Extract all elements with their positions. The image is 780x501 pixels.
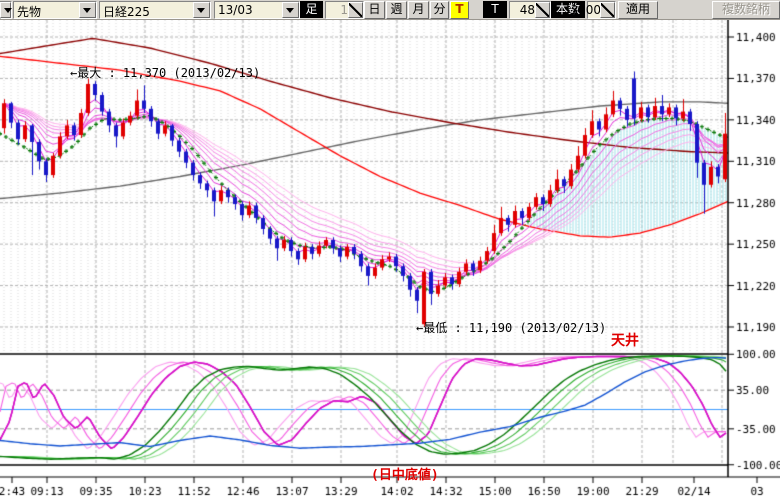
dropdown-arrow-icon[interactable] — [0, 2, 11, 18]
symbol-select[interactable]: 日経225 — [99, 1, 211, 19]
tick-count-value: 48 — [520, 3, 535, 17]
symbol-value: 日経225 — [103, 3, 150, 20]
spinner-icon[interactable] — [535, 2, 550, 18]
period-week-button[interactable]: 週 — [386, 1, 407, 19]
max-price-annotation: ←最大 : 11,370 (2013/02/13) — [70, 64, 260, 81]
instrument-type-select[interactable]: 先物 — [13, 1, 97, 19]
apply-button[interactable]: 適用 — [618, 1, 658, 19]
multi-symbol-button: 複数銘柄 — [712, 1, 780, 19]
bar-count-value: 3000 — [570, 3, 601, 17]
interval-value: 1 — [340, 3, 348, 17]
period-month-button[interactable]: 月 — [408, 1, 429, 19]
contract-month-select[interactable]: 13/03 — [214, 1, 300, 19]
spinner-icon[interactable] — [600, 2, 615, 18]
dropdown-arrow-icon[interactable] — [79, 2, 96, 18]
intraday-bottom-annotation: (日中底値) — [371, 464, 439, 483]
bar-count-spinner[interactable]: 3000 — [587, 1, 616, 19]
bar-type-label: 足 — [300, 1, 323, 18]
tick-count-spinner[interactable]: 48 — [509, 1, 551, 19]
instrument-type-value: 先物 — [17, 3, 41, 20]
period-minute-button[interactable]: 分 — [430, 1, 449, 19]
period-tick-button[interactable]: T — [450, 1, 469, 19]
toolbar: 先物 日経225 13/03 足 1 日 週 月 分 T T 48 本数 300… — [0, 0, 780, 20]
contract-month-value: 13/03 — [218, 3, 253, 17]
hidden-combo-stub[interactable] — [0, 1, 12, 19]
spinner-icon[interactable] — [348, 2, 363, 18]
min-price-annotation: ←最低 : 11,190 (2013/02/13) — [416, 319, 606, 336]
period-day-button[interactable]: 日 — [364, 1, 385, 19]
ceiling-annotation: 天井 — [611, 330, 639, 350]
dropdown-arrow-icon[interactable] — [282, 2, 299, 18]
tick-count-label: T — [483, 1, 507, 18]
interval-spinner[interactable]: 1 — [325, 1, 364, 19]
dropdown-arrow-icon[interactable] — [193, 2, 210, 18]
